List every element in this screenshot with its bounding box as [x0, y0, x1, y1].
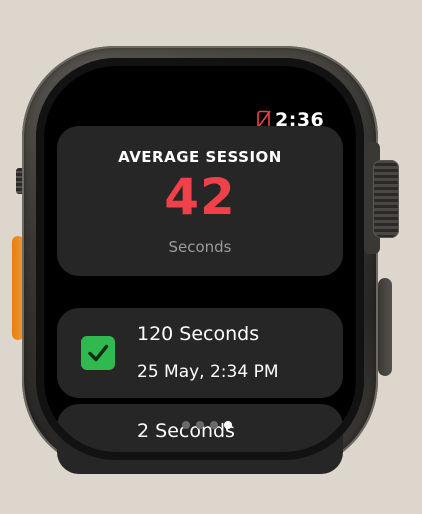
page-dot: [182, 421, 190, 429]
page-dot: [196, 421, 204, 429]
average-session-title: AVERAGE SESSION: [118, 148, 282, 166]
session-date: 25 May, 2:34 PM: [137, 362, 279, 382]
page-indicator: [182, 421, 232, 429]
list-item[interactable]: 2 Seconds: [57, 404, 343, 474]
digital-crown[interactable]: [373, 160, 399, 238]
average-session-value: 42: [164, 168, 236, 226]
side-button[interactable]: [378, 278, 392, 376]
page-dot: [210, 421, 218, 429]
page-dot-active: [224, 421, 232, 429]
checkmark-icon: [81, 336, 115, 370]
average-session-card: AVERAGE SESSION 42 Seconds: [57, 126, 343, 276]
average-session-unit: Seconds: [168, 238, 232, 256]
list-item[interactable]: 120 Seconds 25 May, 2:34 PM: [57, 308, 343, 398]
session-duration: 120 Seconds: [137, 323, 260, 345]
